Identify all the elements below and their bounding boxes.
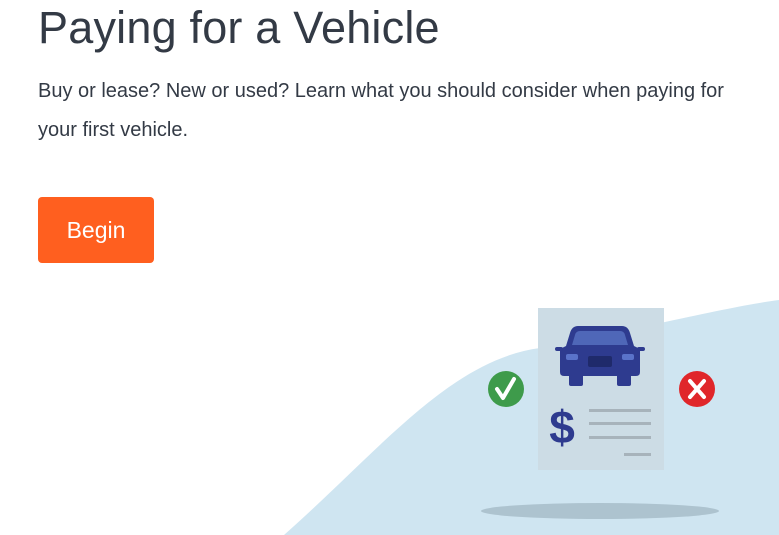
check-circle-icon <box>488 371 524 407</box>
page-description: Buy or lease? New or used? Learn what yo… <box>38 80 724 141</box>
x-circle-icon <box>679 371 715 407</box>
vehicle-payment-illustration: $ <box>284 300 779 535</box>
shadow-shape <box>481 503 719 519</box>
hill-shape <box>284 300 779 535</box>
page-title: Paying for a Vehicle <box>38 2 440 53</box>
dollar-icon: $ <box>549 401 575 453</box>
begin-button[interactable]: Begin <box>38 197 154 263</box>
